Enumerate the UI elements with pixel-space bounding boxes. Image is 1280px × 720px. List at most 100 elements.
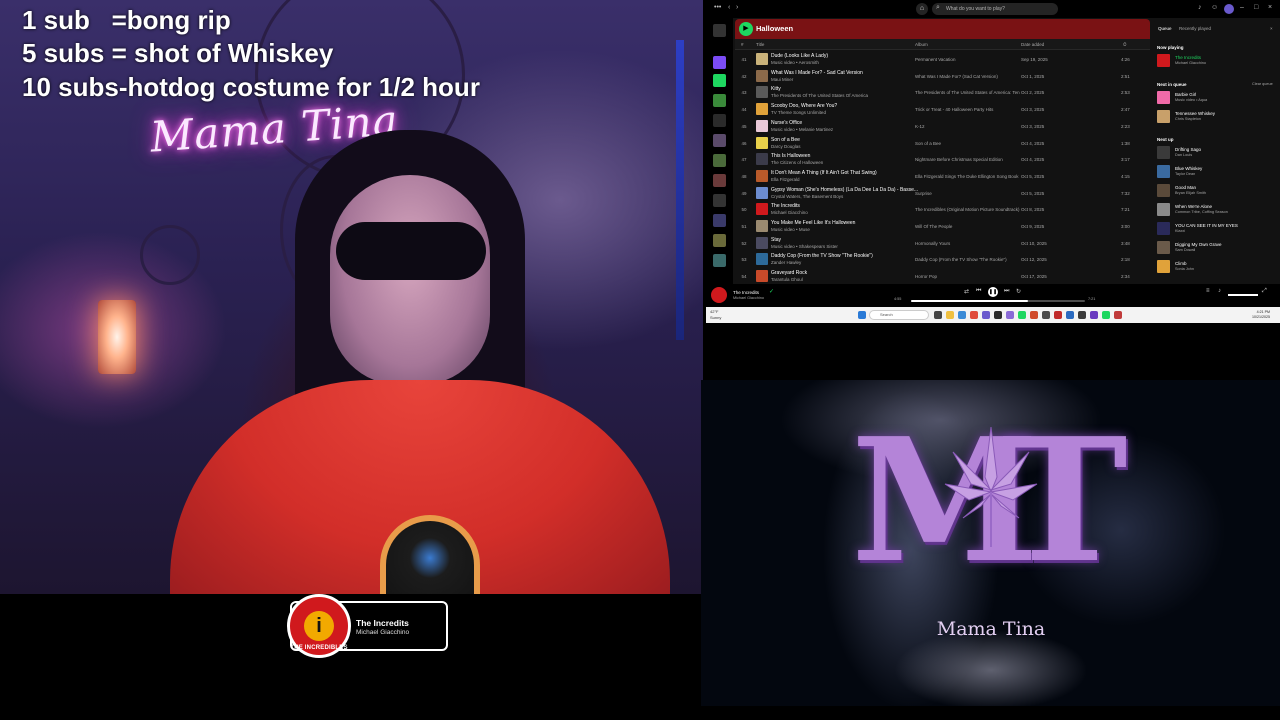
playlist-tile[interactable] [713, 214, 726, 227]
track-album[interactable]: Will Of The People [915, 224, 1020, 229]
discord-icon[interactable] [1006, 311, 1014, 319]
track-title[interactable]: Dude (Looks Like A Lady) [771, 53, 828, 59]
col-album[interactable]: Album [915, 42, 928, 47]
weather-widget[interactable]: 42°F Sunny [710, 309, 721, 321]
tab-queue[interactable]: Queue [1158, 26, 1172, 31]
track-row[interactable]: 53 Daddy Cop (From the TV Show "The Rooki… [735, 251, 1150, 268]
queue-item[interactable]: Blue Whiskey Taylor Dean [1157, 163, 1277, 180]
track-artist[interactable]: Ella Fitzgerald [771, 177, 800, 182]
playlist-tile[interactable] [713, 194, 726, 207]
app-icon[interactable] [1114, 311, 1122, 319]
track-row[interactable]: 51 You Make Me Feel Like It's Halloween Mu… [735, 218, 1150, 235]
queue-item[interactable]: Digging My Own Grave Sam Dowall [1157, 239, 1277, 256]
queue-item[interactable]: Good Man Bryan Elijah Smith [1157, 182, 1277, 199]
track-title[interactable]: Scooby Doo, Where Are You? [771, 103, 837, 109]
track-artist[interactable]: Music video • Melanie Martinez [771, 127, 833, 132]
library-icon[interactable] [713, 24, 726, 37]
track-title[interactable]: Son of a Bee [771, 137, 800, 143]
now-playing-art[interactable] [711, 287, 727, 303]
app-icon[interactable] [1030, 311, 1038, 319]
playlist-tile[interactable] [713, 154, 726, 167]
queue-item[interactable]: Barbie Girl Music video • Aqua [1157, 89, 1277, 106]
track-artist[interactable]: Crystal Waters, The Basement Boys [771, 194, 843, 199]
playlist-tile[interactable] [713, 254, 726, 267]
app-icon[interactable] [1042, 311, 1050, 319]
playlist-tile[interactable] [713, 234, 726, 247]
app-icon[interactable] [1078, 311, 1086, 319]
track-row[interactable]: 52 Stay Music video • Shakespears Sister Ho… [735, 235, 1150, 252]
app-icon[interactable] [1054, 311, 1062, 319]
tab-recently-played[interactable]: Recently played [1179, 26, 1211, 31]
track-album[interactable]: Hormonally Yours [915, 241, 1020, 246]
search-input[interactable]: What do you want to play? [932, 3, 1058, 15]
more-icon[interactable]: ••• [714, 4, 721, 11]
playlist-tile[interactable] [713, 74, 726, 87]
queue-item[interactable]: Drifting Sago Dan Louis [1157, 144, 1277, 161]
avatar[interactable] [1224, 4, 1234, 14]
file-explorer-icon[interactable] [946, 311, 954, 319]
col-duration[interactable]: ⏱ [1123, 42, 1127, 47]
track-row[interactable]: 45 Nurse's Office Music video • Melanie Ma… [735, 118, 1150, 135]
track-album[interactable]: K-12 [915, 124, 1020, 129]
track-album[interactable]: Son of a Bee [915, 141, 1020, 146]
track-album[interactable]: Permanent Vacation [915, 57, 1020, 62]
system-clock[interactable]: 4:21 PM 10/21/2025 [1252, 310, 1270, 320]
player-track-title[interactable]: The Incredits [733, 290, 759, 295]
track-album[interactable]: Surprise [915, 191, 1020, 196]
track-album[interactable]: Horror Pop [915, 274, 1020, 279]
track-album[interactable]: What Was I Made For? (Sad Cat Version) [915, 74, 1020, 79]
previous-icon[interactable]: ⏮ [976, 288, 981, 295]
track-title[interactable]: Daddy Cop (From the TV Show "The Rookie"… [771, 253, 873, 259]
col-date[interactable]: Date added [1021, 42, 1044, 47]
track-title[interactable]: The Incredits [771, 203, 800, 209]
track-row[interactable]: 48 It Don't Mean A Thing (If It Ain't Got… [735, 168, 1150, 185]
app-icon[interactable] [1090, 311, 1098, 319]
shuffle-icon[interactable]: ⇄ [964, 288, 969, 295]
col-title[interactable]: Title [756, 42, 764, 47]
track-title[interactable]: Nurse's Office [771, 120, 802, 126]
volume-icon[interactable]: ♪ [1218, 288, 1221, 294]
maximize-icon[interactable]: □ [1254, 4, 1258, 11]
liked-songs-tile[interactable] [713, 56, 726, 69]
next-icon[interactable]: ⏭ [1004, 288, 1009, 295]
task-view-icon[interactable] [934, 311, 942, 319]
repeat-icon[interactable]: ↻ [1016, 288, 1021, 295]
track-row[interactable]: 50 The Incredits Michael Giacchino The Incr… [735, 201, 1150, 218]
player-track-artist[interactable]: Michael Giacchino [733, 296, 764, 300]
track-artist[interactable]: Music video • Aerosmith [771, 60, 819, 65]
col-num[interactable]: # [741, 42, 744, 47]
pause-button[interactable]: ❚❚ [988, 287, 998, 297]
playlist-tile[interactable] [713, 94, 726, 107]
volume-slider[interactable] [1228, 294, 1258, 296]
friends-icon[interactable]: ☺ [1211, 4, 1218, 11]
edge-icon[interactable] [958, 311, 966, 319]
queue-item[interactable]: Climb Sonia John [1157, 258, 1277, 275]
queue-item[interactable]: YOU CAN SEE IT IN MY EYES Klaxxi [1157, 220, 1277, 237]
track-album[interactable]: Ella Fitzgerald Sings The Duke Ellington… [915, 174, 1020, 179]
fullscreen-icon[interactable]: ⤢ [1262, 288, 1267, 295]
queue-item[interactable]: Tennessee Whiskey Chris Stapleton [1157, 108, 1277, 125]
track-album[interactable]: The Incredibles (Original Motion Picture… [915, 207, 1020, 212]
clear-queue-button[interactable]: Clear queue [1252, 82, 1273, 86]
track-row[interactable]: 54 Graveyard Rock Tarantula Ghoul Horror Po… [735, 268, 1150, 283]
track-title[interactable]: This Is Halloween [771, 153, 810, 159]
bell-icon[interactable]: ♪ [1198, 4, 1202, 11]
track-title[interactable]: You Make Me Feel Like It's Halloween [771, 220, 855, 226]
track-row[interactable]: 47 This Is Halloween The Citizens of Hallo… [735, 151, 1150, 168]
track-artist[interactable]: Zander Hawley [771, 260, 801, 265]
track-artist[interactable]: Tarantula Ghoul [771, 277, 803, 282]
track-title[interactable]: Stay [771, 237, 781, 243]
windows-start-icon[interactable] [858, 311, 866, 319]
track-album[interactable]: Nightmare Before Christmas Special Editi… [915, 157, 1020, 162]
home-icon[interactable]: ⌂ [916, 3, 928, 15]
track-artist[interactable]: Music video • Shakespears Sister [771, 244, 838, 249]
track-title[interactable]: Gypsy Woman (She's Homeless) (La Da Dee … [771, 187, 918, 193]
taskbar-search[interactable]: Search [869, 310, 929, 320]
close-icon[interactable]: × [1268, 4, 1272, 11]
liked-icon[interactable]: ✓ [769, 288, 774, 295]
obs-icon[interactable] [994, 311, 1002, 319]
track-row[interactable]: 44 Scooby Doo, Where Are You? TV Theme Son… [735, 101, 1150, 118]
app-icon[interactable] [1102, 311, 1110, 319]
track-artist[interactable]: Music video • Muse [771, 227, 810, 232]
track-album[interactable]: Daddy Cop (From the TV Show "The Rookie"… [915, 257, 1020, 262]
